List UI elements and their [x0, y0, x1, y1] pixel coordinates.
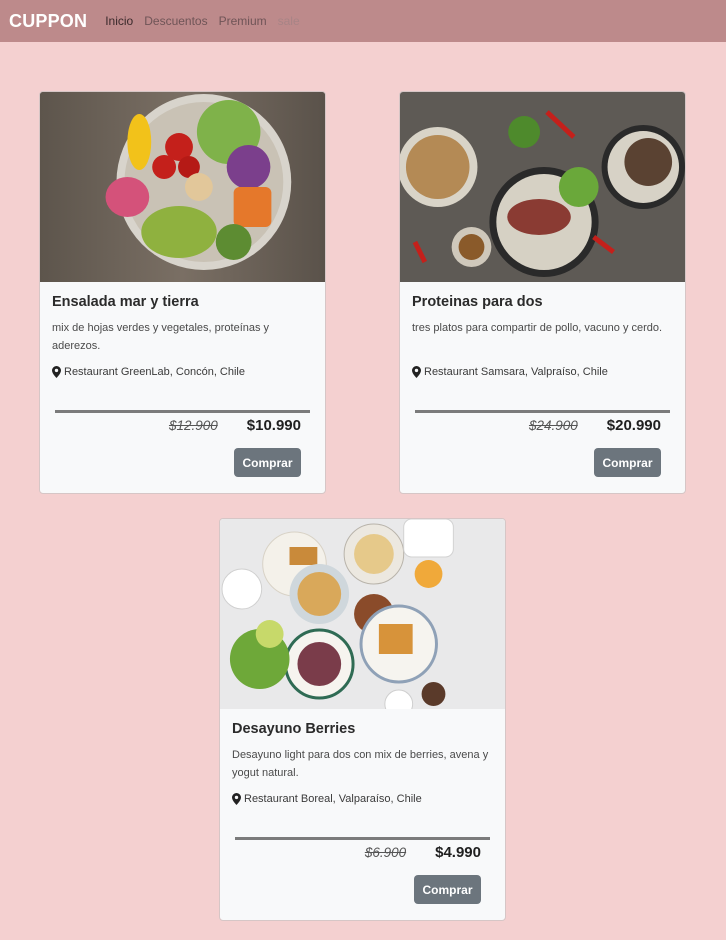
protein-plates-image [400, 92, 685, 282]
card-description: tres platos para compartir de pollo, vac… [412, 322, 663, 334]
map-marker-icon [412, 366, 421, 378]
buy-button[interactable]: Comprar [594, 448, 661, 477]
card-description: mix de hojas verdes y vegetales, proteín… [52, 322, 270, 352]
price-row: $6.900 $4.990 [365, 844, 481, 861]
price-row: $12.900 $10.990 [169, 417, 301, 434]
old-price: $12.900 [168, 418, 218, 433]
new-price: $10.990 [246, 417, 301, 434]
new-price: $20.990 [606, 417, 661, 434]
map-marker-icon [232, 793, 241, 805]
buy-button[interactable]: Comprar [414, 875, 481, 904]
price-divider [55, 410, 310, 413]
card-location: Restaurant GreenLab, Concón, Chile [52, 366, 313, 378]
card-title: Ensalada mar y tierra [52, 294, 199, 310]
product-card-ensalada: Ensalada mar y tierra mix de hojas verde… [39, 91, 326, 494]
card-location-text: Restaurant Samsara, Valpraíso, Chile [424, 366, 608, 378]
card-location: Restaurant Boreal, Valparaíso, Chile [232, 793, 493, 805]
price-divider [235, 837, 490, 840]
card-body: Ensalada mar y tierra mix de hojas verde… [40, 282, 325, 493]
new-price: $4.990 [435, 844, 481, 861]
card-location-text: Restaurant Boreal, Valparaíso, Chile [244, 793, 422, 805]
salad-bowl-image [40, 92, 325, 282]
product-card-proteinas: Proteinas para dos tres platos para comp… [399, 91, 686, 494]
card-title: Proteinas para dos [412, 294, 543, 310]
nav-link-descuentos[interactable]: Descuentos [144, 14, 207, 28]
card-location: Restaurant Samsara, Valpraíso, Chile [412, 366, 673, 378]
card-description: Desayuno light para dos con mix de berri… [232, 749, 489, 779]
old-price: $24.900 [528, 418, 578, 433]
nav-link-inicio[interactable]: Inicio [105, 14, 133, 28]
card-body: Desayuno Berries Desayuno light para dos… [220, 709, 505, 920]
navbar: CUPPON Inicio Descuentos Premium sale [0, 0, 726, 42]
map-marker-icon [52, 366, 61, 378]
product-card-desayuno: Desayuno Berries Desayuno light para dos… [219, 518, 506, 921]
old-price: $6.900 [364, 845, 407, 860]
nav-link-premium[interactable]: Premium [219, 14, 267, 28]
card-location-text: Restaurant GreenLab, Concón, Chile [64, 366, 245, 378]
price-row: $24.900 $20.990 [529, 417, 661, 434]
brand-logo[interactable]: CUPPON [9, 11, 87, 32]
buy-button[interactable]: Comprar [234, 448, 301, 477]
price-divider [415, 410, 670, 413]
card-title: Desayuno Berries [232, 721, 356, 737]
card-body: Proteinas para dos tres platos para comp… [400, 282, 685, 493]
nav-link-sale[interactable]: sale [278, 14, 300, 28]
breakfast-table-image [220, 519, 505, 709]
